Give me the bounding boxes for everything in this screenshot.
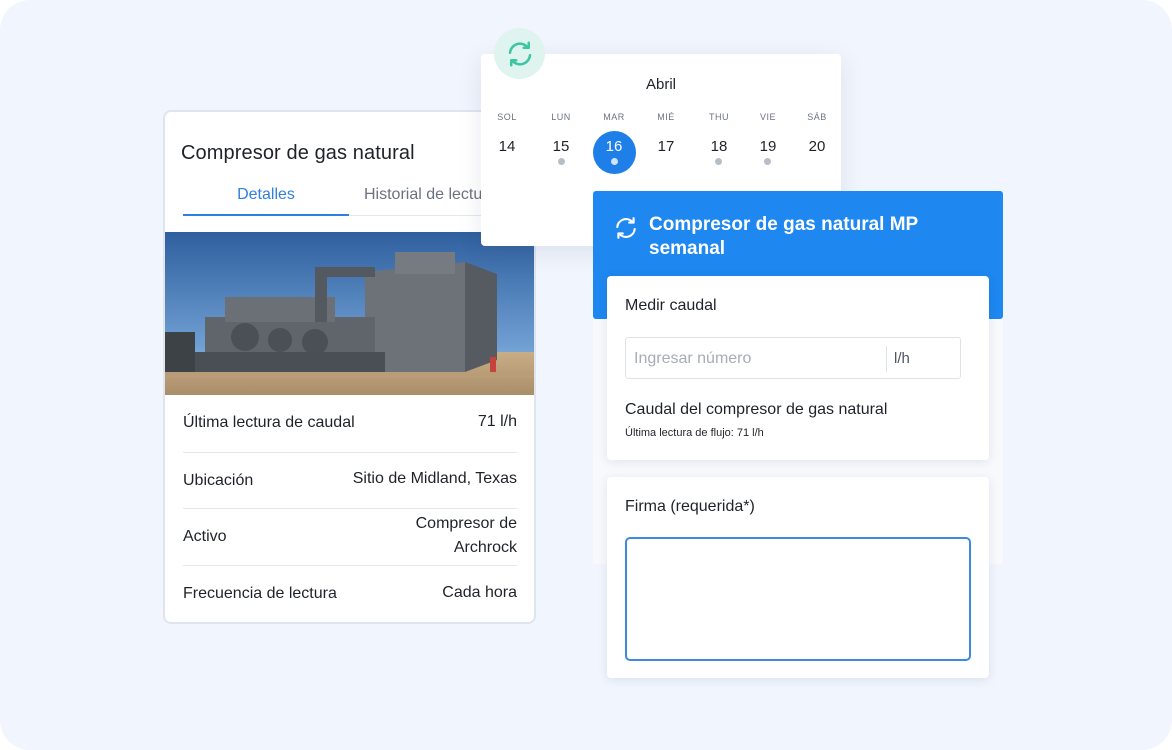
calendar-day[interactable]: 19 xyxy=(743,138,793,158)
measure-subtitle: Caudal del compresor de gas natural xyxy=(625,401,888,418)
detail-value-line1: Compresor de xyxy=(415,515,517,532)
detail-label: Ubicación xyxy=(183,472,254,489)
event-dot xyxy=(715,158,722,165)
measure-label: Medir caudal xyxy=(625,297,717,314)
detail-label: Activo xyxy=(183,528,227,545)
last-reading-note: Última lectura de flujo: 71 l/h xyxy=(625,427,764,439)
tab-detalles[interactable]: Detalles xyxy=(183,186,349,216)
signature-label: Firma (requerida*) xyxy=(625,498,755,515)
asset-details: Última lectura de caudal 71 l/h Ubicació… xyxy=(183,395,517,622)
calendar-day-selected[interactable]: 16 xyxy=(589,138,639,158)
calendar-day[interactable]: 15 xyxy=(536,138,586,158)
detail-value: Cada hora xyxy=(442,584,517,601)
canvas: Compresor de gas natural Detalles Histor… xyxy=(0,0,1172,750)
calendar-day[interactable]: 20 xyxy=(792,138,842,158)
detail-value: 71 l/h xyxy=(477,413,517,430)
input-divider xyxy=(886,346,887,372)
calendar-dow: VIE xyxy=(759,112,776,122)
sync-badge xyxy=(494,28,545,79)
calendar-dow: SÁB xyxy=(807,112,827,122)
detail-row: Ubicación Sitio de Midland, Texas xyxy=(183,453,517,509)
asset-title: Compresor de gas natural xyxy=(181,142,415,164)
detail-value-line2: Archrock xyxy=(453,539,517,556)
calendar-dow: LUN xyxy=(551,112,571,122)
calendar-day[interactable]: 18 xyxy=(694,138,744,158)
calendar-day[interactable]: 17 xyxy=(641,138,691,158)
detail-row: Frecuencia de lectura Cada hora xyxy=(183,566,517,622)
flow-unit: l/h xyxy=(894,350,910,367)
flow-input-field[interactable]: Ingresar número l/h xyxy=(625,337,961,379)
calendar-day[interactable]: 14 xyxy=(482,138,532,158)
measure-card: Medir caudal Ingresar número l/h Caudal … xyxy=(607,276,989,460)
event-dot xyxy=(558,158,565,165)
signature-card: Firma (requerida*) xyxy=(607,477,989,678)
flow-input-placeholder[interactable]: Ingresar número xyxy=(634,350,751,368)
compressor-photo xyxy=(165,232,534,395)
signature-input[interactable] xyxy=(625,537,971,661)
calendar-dow: MAR xyxy=(603,112,625,122)
calendar-dow: SOL xyxy=(497,112,517,122)
detail-label: Última lectura de caudal xyxy=(183,414,355,431)
task-title: Compresor de gas natural MP semanal xyxy=(649,214,918,259)
sync-icon xyxy=(508,41,531,66)
calendar-dow: THU xyxy=(709,112,729,122)
event-dot xyxy=(611,158,618,165)
detail-row: Activo Compresor de Archrock xyxy=(183,509,517,566)
detail-value: Sitio de Midland, Texas xyxy=(352,470,517,487)
detail-row: Última lectura de caudal 71 l/h xyxy=(183,395,517,453)
calendar-month: Abril xyxy=(645,76,676,93)
task-sync-icon xyxy=(613,215,639,246)
calendar-dow: MIÉ xyxy=(657,112,675,122)
detail-label: Frecuencia de lectura xyxy=(183,585,337,602)
event-dot xyxy=(764,158,771,165)
